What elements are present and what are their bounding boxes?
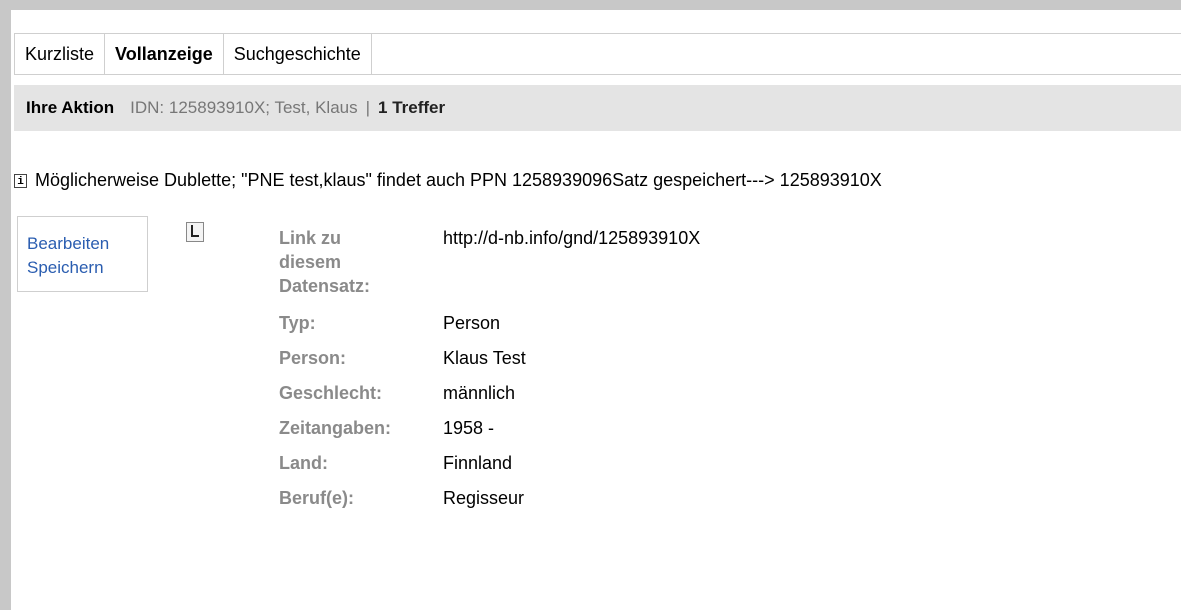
action-label: Ihre Aktion <box>26 98 115 117</box>
record-value: Person <box>443 313 501 333</box>
window-frame-top <box>0 0 1181 10</box>
record-label: Land: <box>279 453 328 473</box>
record-format-icon[interactable] <box>186 222 204 242</box>
tab-vollanzeige[interactable]: Vollanzeige <box>105 34 224 74</box>
record-row: Typ: Person <box>279 311 700 335</box>
record-label: Person: <box>279 348 347 368</box>
record-value: Finnland <box>443 453 513 473</box>
info-message: i Möglicherweise Dublette; "PNE test,kla… <box>14 170 882 191</box>
record-label: Typ: <box>279 313 316 333</box>
info-icon: i <box>14 173 27 188</box>
action-bar: Ihre Aktion IDN: 125893910X; Test, Klaus… <box>14 85 1181 131</box>
record-actions-box: Bearbeiten Speichern <box>17 216 148 292</box>
record-row-link: Link zu diesem Datensatz: http://d-nb.in… <box>279 226 700 298</box>
info-message-text: Möglicherweise Dublette; "PNE test,klaus… <box>35 170 882 190</box>
record-value: 1958 - <box>443 418 495 438</box>
action-separator: | <box>365 98 371 117</box>
edit-link[interactable]: Bearbeiten <box>27 232 138 256</box>
record-label: Zeitangaben: <box>279 418 392 438</box>
record-details: Link zu diesem Datensatz: http://d-nb.in… <box>279 226 700 510</box>
record-value: Klaus Test <box>443 348 526 368</box>
record-label: Geschlecht: <box>279 383 383 403</box>
record-row: Land: Finnland <box>279 451 700 475</box>
window-frame-left <box>0 0 11 610</box>
tab-kurzliste[interactable]: Kurzliste <box>14 34 106 74</box>
record-label: Beruf(e): <box>279 488 354 508</box>
record-label-link-line: Link zu <box>279 228 341 248</box>
record-row: Zeitangaben: 1958 - <box>279 416 700 440</box>
record-label-link: Link zu diesem Datensatz: <box>279 226 443 298</box>
tab-suchgeschichte[interactable]: Suchgeschichte <box>224 34 372 74</box>
record-value: männlich <box>443 383 516 403</box>
record-row: Beruf(e): Regisseur <box>279 486 700 510</box>
action-idn-text: IDN: 125893910X; Test, Klaus <box>130 98 358 117</box>
save-link[interactable]: Speichern <box>27 256 138 280</box>
record-row: Person: Klaus Test <box>279 346 700 370</box>
view-tabs: Kurzliste Vollanzeige Suchgeschichte <box>14 33 1181 75</box>
record-value: Regisseur <box>443 488 525 508</box>
record-permalink[interactable]: http://d-nb.info/gnd/125893910X <box>443 226 700 298</box>
record-label-link-line: Datensatz: <box>279 276 371 296</box>
hit-count: 1 Treffer <box>378 98 446 117</box>
record-row: Geschlecht: männlich <box>279 381 700 405</box>
record-label-link-line: diesem <box>279 252 342 272</box>
